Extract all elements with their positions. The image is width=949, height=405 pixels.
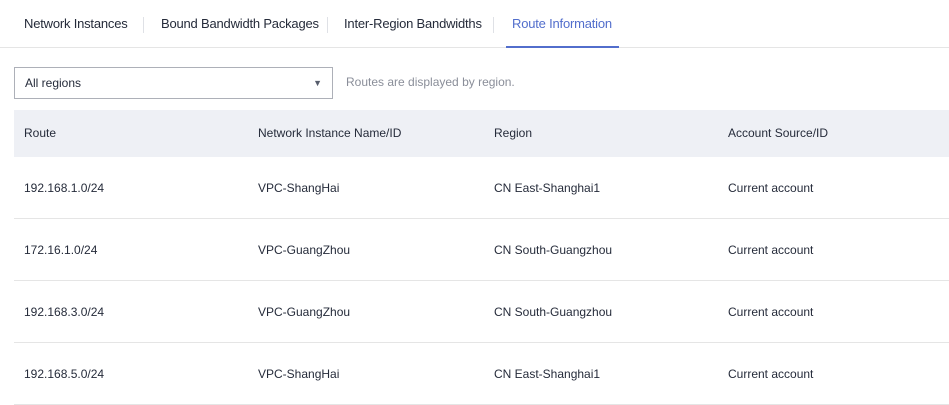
tab-route-information[interactable]: Route Information bbox=[506, 0, 619, 48]
cell-instance: VPC-GuangZhou bbox=[258, 243, 351, 257]
cell-route: 192.168.5.0/24 bbox=[24, 367, 105, 381]
table-row: 192.168.5.0/24 VPC-ShangHai CN East-Shan… bbox=[14, 343, 949, 405]
cell-account: Current account bbox=[728, 181, 814, 195]
cell-account: Current account bbox=[728, 305, 814, 319]
tab-bar: Network Instances Bound Bandwidth Packag… bbox=[0, 0, 949, 48]
column-header-account: Account Source/ID bbox=[728, 126, 829, 140]
column-header-route: Route bbox=[24, 126, 57, 140]
routes-table: Route Network Instance Name/ID Region Ac… bbox=[14, 110, 949, 405]
tab-separator bbox=[327, 17, 328, 33]
column-header-instance: Network Instance Name/ID bbox=[258, 126, 402, 140]
cell-instance: VPC-ShangHai bbox=[258, 367, 340, 381]
cell-instance: VPC-ShangHai bbox=[258, 181, 340, 195]
region-select[interactable]: All regions ▼ bbox=[14, 67, 333, 99]
cell-instance: VPC-GuangZhou bbox=[258, 305, 351, 319]
cell-route: 192.168.3.0/24 bbox=[24, 305, 105, 319]
table-row: 172.16.1.0/24 VPC-GuangZhou CN South-Gua… bbox=[14, 219, 949, 281]
tab-separator bbox=[493, 17, 494, 33]
column-header-region: Region bbox=[494, 126, 533, 140]
cell-route: 192.168.1.0/24 bbox=[24, 181, 105, 195]
cell-account: Current account bbox=[728, 367, 814, 381]
cell-route: 172.16.1.0/24 bbox=[24, 243, 98, 257]
tab-network-instances[interactable]: Network Instances bbox=[24, 0, 128, 48]
tab-bound-bandwidth-packages[interactable]: Bound Bandwidth Packages bbox=[161, 0, 319, 48]
tab-inter-region-bandwidths[interactable]: Inter-Region Bandwidths bbox=[344, 0, 482, 48]
cell-region: CN East-Shanghai1 bbox=[494, 367, 601, 381]
table-row: 192.168.1.0/24 VPC-ShangHai CN East-Shan… bbox=[14, 157, 949, 219]
cell-account: Current account bbox=[728, 243, 814, 257]
cell-region: CN South-Guangzhou bbox=[494, 305, 613, 319]
cell-region: CN East-Shanghai1 bbox=[494, 181, 601, 195]
table-header: Route Network Instance Name/ID Region Ac… bbox=[14, 110, 949, 157]
tab-separator bbox=[143, 17, 144, 33]
region-select-value: All regions bbox=[25, 76, 82, 90]
chevron-down-icon: ▼ bbox=[313, 78, 322, 88]
cell-region: CN South-Guangzhou bbox=[494, 243, 613, 257]
table-row: 192.168.3.0/24 VPC-GuangZhou CN South-Gu… bbox=[14, 281, 949, 343]
filter-hint: Routes are displayed by region. bbox=[346, 75, 515, 89]
